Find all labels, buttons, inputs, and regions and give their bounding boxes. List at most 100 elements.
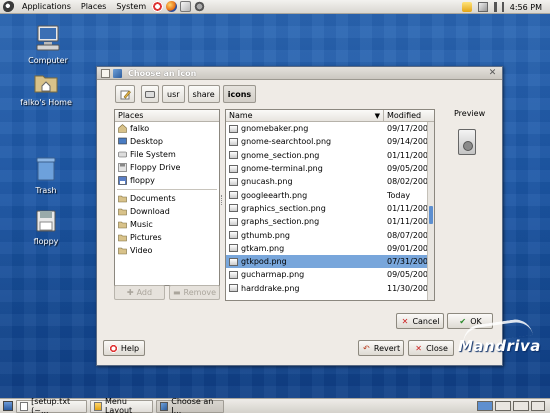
settings-icon[interactable]	[194, 1, 206, 12]
file-row[interactable]: gnome-terminal.png 09/05/2006	[226, 162, 434, 175]
places-item-falko[interactable]: falko	[115, 122, 219, 135]
choose-icon-dialog: Choose an Icon ✕ usr share icons Places …	[96, 66, 503, 366]
file-row[interactable]: googleearth.png Today	[226, 188, 434, 201]
bookmark-pictures[interactable]: Pictures	[115, 231, 219, 244]
top-panel: Applications Places System 4:56 PM	[0, 0, 550, 14]
task-setup-txt[interactable]: [setup.txt (~...	[16, 397, 87, 413]
desktop-icon-trash[interactable]: Trash	[11, 156, 81, 195]
harddisk-icon	[145, 90, 155, 98]
path-icons-button[interactable]: icons	[222, 85, 257, 103]
mandriva-logo-icon[interactable]	[3, 0, 15, 13]
desktop-icon-label: floppy	[33, 237, 59, 246]
image-file-icon	[229, 270, 238, 279]
menu-places[interactable]: Places	[78, 2, 109, 11]
dialog-titlebar[interactable]: Choose an Icon ✕	[97, 67, 502, 80]
path-root-button[interactable]	[141, 85, 159, 103]
file-row[interactable]: harddrake.png 11/30/2006	[226, 282, 434, 295]
image-file-icon	[229, 124, 238, 133]
scrollbar-thumb[interactable]	[429, 206, 433, 224]
desktop-icon-floppy[interactable]: floppy	[11, 209, 81, 246]
preview-label: Preview	[454, 109, 486, 118]
network-icon[interactable]	[477, 2, 488, 12]
path-usr-button[interactable]: usr	[162, 85, 185, 103]
places-item-floppy-drive[interactable]: Floppy Drive	[115, 161, 219, 174]
path-bar: usr share icons	[115, 85, 257, 103]
file-row[interactable]: gnome-searchtool.png 09/14/2006	[226, 135, 434, 148]
menu-applications[interactable]: Applications	[19, 2, 74, 11]
path-share-button[interactable]: share	[187, 85, 220, 103]
places-item-desktop[interactable]: Desktop	[115, 135, 219, 148]
firefox-icon[interactable]	[166, 1, 178, 12]
file-row[interactable]: gnomebaker.png 09/17/2006	[226, 122, 434, 135]
places-header[interactable]: Places	[115, 110, 219, 122]
edit-location-button[interactable]	[115, 85, 135, 103]
ipod-preview-icon	[458, 129, 476, 155]
workspace-2[interactable]	[495, 401, 511, 411]
column-name-header[interactable]: Name ▼	[226, 110, 384, 121]
file-row[interactable]: graphics_section.png 01/11/2007	[226, 202, 434, 215]
places-item-filesystem[interactable]: File System	[115, 148, 219, 161]
places-item-floppy[interactable]: floppy	[115, 174, 219, 187]
task-choose-icon[interactable]: Choose an I...	[156, 397, 224, 413]
file-row[interactable]: gthumb.png 08/07/2006	[226, 228, 434, 241]
clock[interactable]: 4:56 PM	[510, 3, 542, 12]
file-name-cell: gucharmap.png	[226, 270, 384, 279]
file-row[interactable]: gnome_section.png 01/11/2007	[226, 149, 434, 162]
help-lifebuoy-icon[interactable]	[152, 1, 164, 12]
menu-system[interactable]: System	[113, 2, 149, 11]
image-file-icon	[229, 164, 238, 173]
task-menu-layout[interactable]: Menu Layout	[90, 397, 153, 413]
revert-button[interactable]: ↶ Revert	[358, 340, 404, 356]
file-list-scrollbar[interactable]	[427, 122, 434, 300]
floppy-drive-icon	[118, 163, 127, 172]
file-name-cell: gnome-terminal.png	[226, 164, 384, 173]
sort-down-icon: ▼	[374, 112, 380, 120]
file-name-cell: gnome-searchtool.png	[226, 137, 384, 146]
window-app-icon	[113, 68, 122, 78]
file-row[interactable]: gnucash.png 08/02/2006	[226, 175, 434, 188]
workspace-3[interactable]	[513, 401, 529, 411]
home-folder-icon	[34, 75, 58, 93]
bookmark-download[interactable]: Download	[115, 205, 219, 218]
image-file-icon	[229, 191, 238, 200]
bottom-panel: [setup.txt (~... Menu Layout Choose an I…	[0, 397, 550, 413]
remove-bookmark-button[interactable]: ▬ Remove	[169, 285, 220, 300]
file-row[interactable]: gucharmap.png 09/05/2006	[226, 268, 434, 281]
column-modified-header[interactable]: Modified	[384, 110, 434, 121]
filesystem-icon	[118, 151, 127, 158]
bookmark-video[interactable]: Video	[115, 244, 219, 257]
window-menu-icon[interactable]	[101, 68, 110, 78]
file-name-cell: gtkam.png	[226, 244, 384, 253]
image-file-icon	[229, 151, 238, 160]
image-file-icon	[229, 204, 238, 213]
bookmark-documents[interactable]: Documents	[115, 192, 219, 205]
folder-icon	[118, 234, 127, 242]
cancel-button[interactable]: ✕ Cancel	[396, 313, 444, 329]
file-name-cell: harddrake.png	[226, 284, 384, 293]
close-window-icon[interactable]: ✕	[487, 68, 498, 79]
file-name-cell: googleearth.png	[226, 191, 384, 200]
image-file-icon	[229, 244, 238, 253]
desktop-icon-computer[interactable]: Computer	[13, 24, 83, 65]
workspace-4[interactable]	[531, 401, 545, 411]
desktop-icon-home[interactable]: falko's Home	[11, 70, 81, 107]
file-rows: gnomebaker.png 09/17/2006 gnome-searchtool…	[226, 122, 434, 295]
file-name-cell: gtkpod.png	[226, 257, 384, 266]
pane-splitter[interactable]	[221, 195, 224, 205]
file-row[interactable]: graphs_section.png 01/11/2007	[226, 215, 434, 228]
update-notifier-icon[interactable]	[461, 2, 472, 12]
close-button[interactable]: ✕ Close	[408, 340, 454, 356]
mail-icon[interactable]	[180, 1, 192, 12]
workspace-1[interactable]	[477, 401, 493, 411]
volume-icon[interactable]	[493, 2, 504, 12]
file-row[interactable]: gtkpod.png 07/31/2006	[226, 254, 434, 269]
file-row[interactable]: gtkam.png 09/01/2006	[226, 242, 434, 255]
add-bookmark-button[interactable]: ✚ Add	[114, 285, 165, 300]
remove-icon: ▬	[172, 288, 181, 297]
help-button[interactable]: Help	[103, 340, 145, 356]
bookmark-music[interactable]: Music	[115, 218, 219, 231]
image-file-icon	[229, 284, 238, 293]
pencil-icon	[120, 90, 131, 99]
show-desktop-icon[interactable]	[3, 401, 13, 411]
file-name-cell: gthumb.png	[226, 231, 384, 240]
